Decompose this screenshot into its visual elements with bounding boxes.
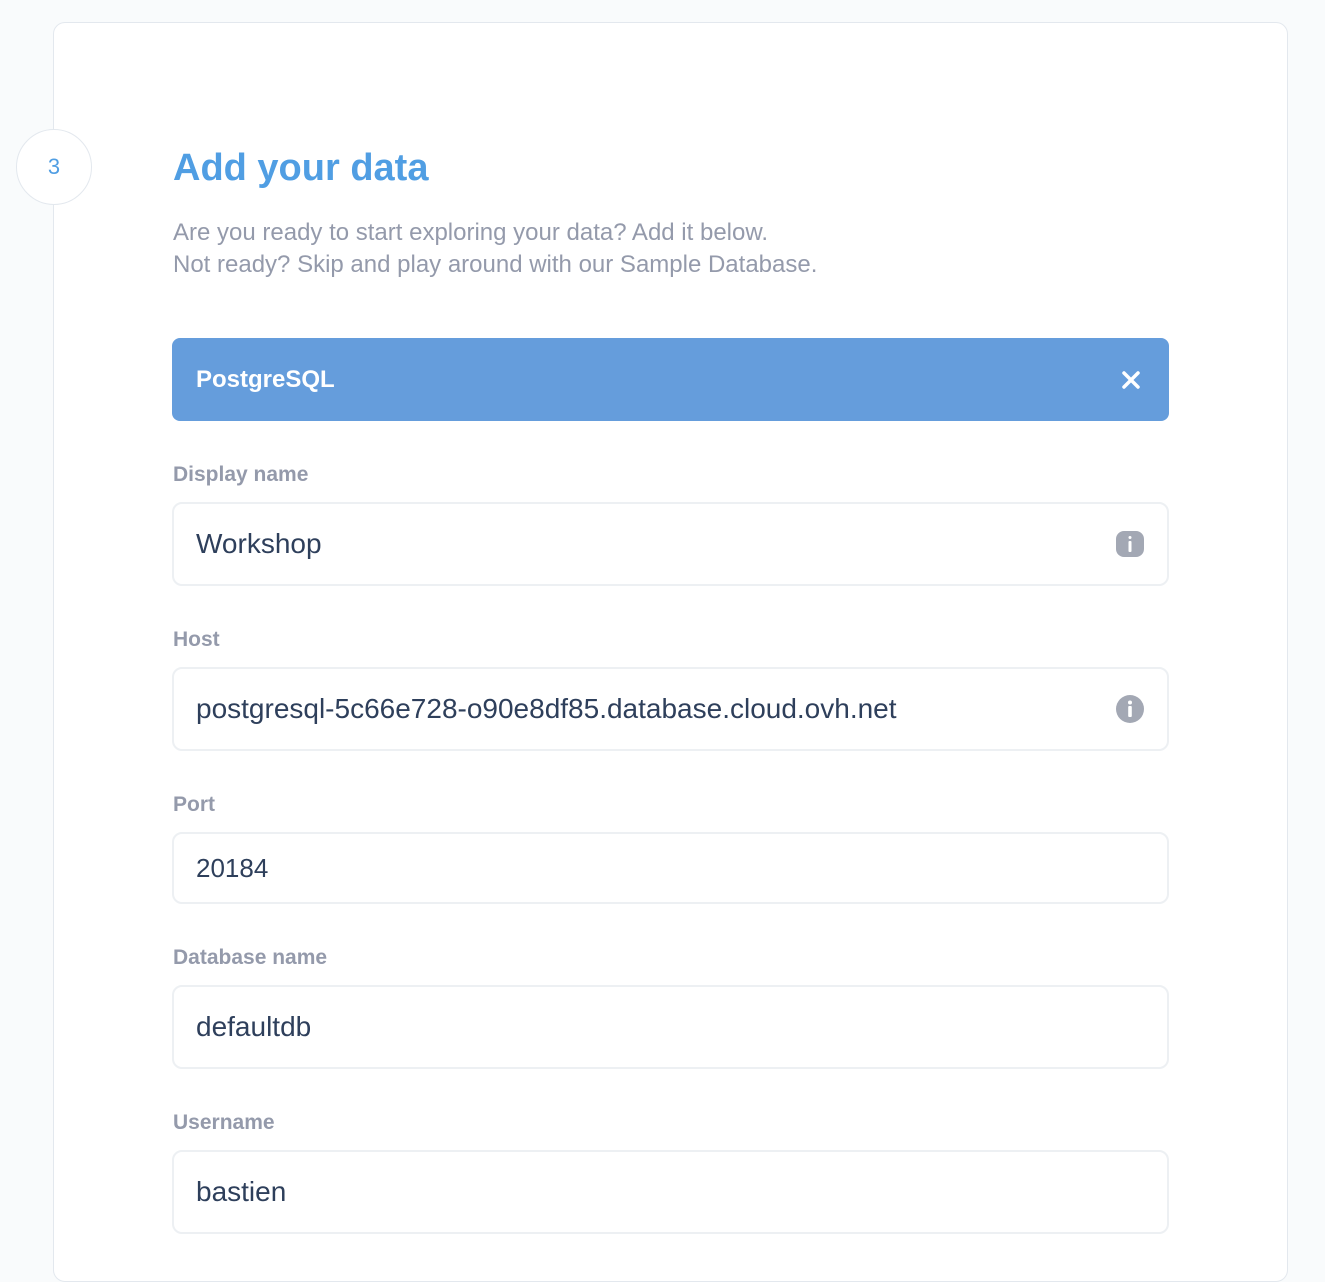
selected-engine-bar: PostgreSQL bbox=[172, 338, 1169, 421]
port-field[interactable]: 20184 bbox=[172, 832, 1169, 904]
setup-card bbox=[53, 22, 1288, 1282]
step-number-badge: 3 bbox=[16, 129, 92, 205]
engine-name: PostgreSQL bbox=[196, 365, 335, 393]
step-number: 3 bbox=[47, 154, 61, 179]
subtitle-line-1: Are you ready to start exploring your da… bbox=[173, 219, 769, 246]
port-label: Port bbox=[173, 793, 215, 816]
page-title: Add your data bbox=[173, 147, 429, 189]
page-subtitle: Are you ready to start exploring your da… bbox=[173, 217, 817, 281]
database-name-value: defaultdb bbox=[196, 1011, 312, 1042]
username-value: bastien bbox=[196, 1176, 287, 1207]
close-icon[interactable] bbox=[1117, 366, 1145, 394]
host-label: Host bbox=[173, 628, 220, 651]
subtitle-line-2: Not ready? Skip and play around with our… bbox=[173, 251, 818, 278]
display-name-field[interactable]: Workshop bbox=[172, 502, 1169, 586]
info-icon[interactable] bbox=[1115, 529, 1145, 559]
host-value: postgresql-5c66e728-o90e8df85.database.c… bbox=[196, 693, 897, 724]
host-field[interactable]: postgresql-5c66e728-o90e8df85.database.c… bbox=[172, 667, 1169, 751]
display-name-value: Workshop bbox=[196, 528, 322, 559]
display-name-label: Display name bbox=[173, 463, 309, 486]
database-name-field[interactable]: defaultdb bbox=[172, 985, 1169, 1069]
database-name-label: Database name bbox=[173, 946, 328, 969]
info-icon[interactable] bbox=[1115, 694, 1145, 724]
port-value: 20184 bbox=[196, 852, 269, 883]
username-field[interactable]: bastien bbox=[172, 1150, 1169, 1234]
username-label: Username bbox=[173, 1111, 275, 1134]
